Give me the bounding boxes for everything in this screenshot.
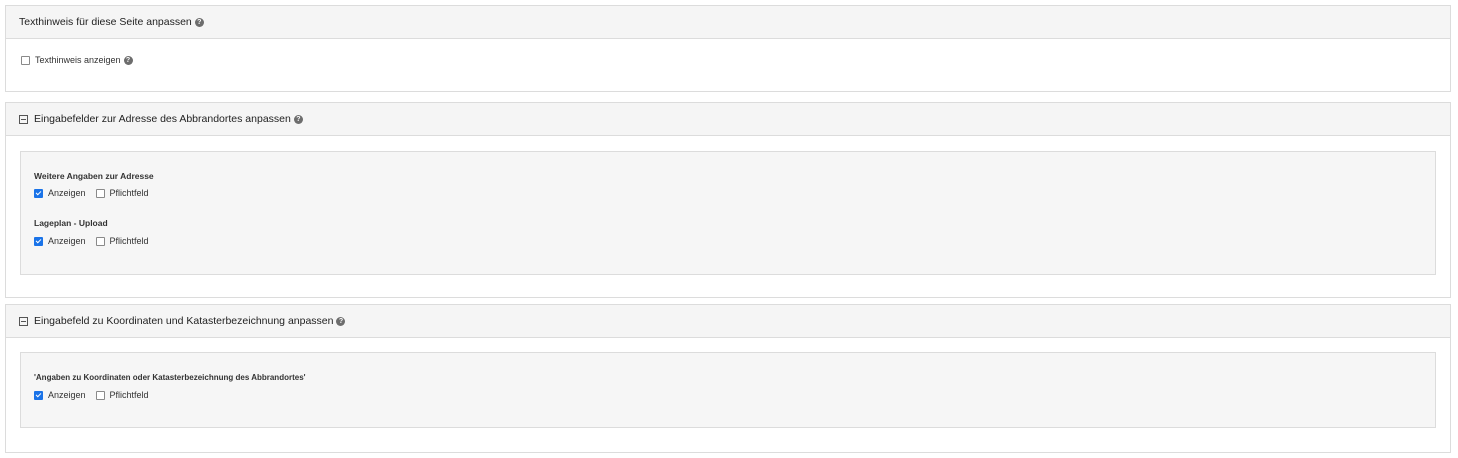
koordinaten-field-title: 'Angaben zu Koordinaten oder Katasterbez… bbox=[34, 373, 306, 382]
koordinaten-fields-box: 'Angaben zu Koordinaten oder Katasterbez… bbox=[20, 352, 1436, 428]
adresse-panel-header[interactable]: Eingabefelder zur Adresse des Abbrandort… bbox=[6, 103, 1450, 136]
show-label: Anzeigen bbox=[48, 236, 86, 246]
adresse-panel: Eingabefelder zur Adresse des Abbrandort… bbox=[5, 102, 1451, 298]
required-label: Pflichtfeld bbox=[109, 188, 149, 198]
texthinweis-panel-title: Texthinweis für diese Seite anpassen bbox=[19, 16, 192, 28]
texthinweis-panel: Texthinweis für diese Seite anpassen ? T… bbox=[5, 5, 1451, 92]
help-icon[interactable]: ? bbox=[336, 316, 346, 326]
adresse-panel-title: Eingabefelder zur Adresse des Abbrandort… bbox=[34, 113, 291, 125]
help-icon[interactable]: ? bbox=[293, 114, 303, 124]
koordinaten-show-checkbox[interactable] bbox=[34, 390, 43, 400]
lageplan-title: Lageplan - Upload bbox=[34, 218, 108, 228]
weitere-angaben-required-checkbox[interactable] bbox=[95, 188, 105, 198]
texthinweis-checkbox[interactable] bbox=[21, 55, 30, 65]
weitere-angaben-options: Anzeigen Pflichtfeld bbox=[34, 188, 149, 198]
required-label: Pflichtfeld bbox=[109, 236, 149, 246]
collapse-icon[interactable] bbox=[19, 316, 28, 326]
koordinaten-panel-title: Eingabefeld zu Koordinaten und Katasterb… bbox=[34, 315, 334, 327]
texthinweis-checkbox-row: Texthinweis anzeigen ? bbox=[21, 55, 133, 65]
koordinaten-required-checkbox[interactable] bbox=[95, 390, 105, 400]
texthinweis-checkbox-label: Texthinweis anzeigen bbox=[35, 55, 121, 65]
show-label: Anzeigen bbox=[48, 390, 86, 400]
lageplan-required-checkbox[interactable] bbox=[95, 236, 105, 246]
koordinaten-options: Anzeigen Pflichtfeld bbox=[34, 390, 149, 400]
help-icon[interactable]: ? bbox=[194, 17, 204, 27]
collapse-icon[interactable] bbox=[19, 114, 28, 124]
texthinweis-panel-header: Texthinweis für diese Seite anpassen ? bbox=[6, 6, 1450, 39]
help-icon[interactable]: ? bbox=[123, 55, 133, 65]
lageplan-show-checkbox[interactable] bbox=[34, 236, 43, 246]
weitere-angaben-title: Weitere Angaben zur Adresse bbox=[34, 171, 154, 181]
required-label: Pflichtfeld bbox=[109, 390, 149, 400]
koordinaten-panel: Eingabefeld zu Koordinaten und Katasterb… bbox=[5, 304, 1451, 453]
show-label: Anzeigen bbox=[48, 188, 86, 198]
weitere-angaben-show-checkbox[interactable] bbox=[34, 188, 43, 198]
lageplan-options: Anzeigen Pflichtfeld bbox=[34, 236, 149, 246]
adresse-fields-box: Weitere Angaben zur Adresse Anzeigen Pfl… bbox=[20, 151, 1436, 275]
koordinaten-panel-header[interactable]: Eingabefeld zu Koordinaten und Katasterb… bbox=[6, 305, 1450, 338]
